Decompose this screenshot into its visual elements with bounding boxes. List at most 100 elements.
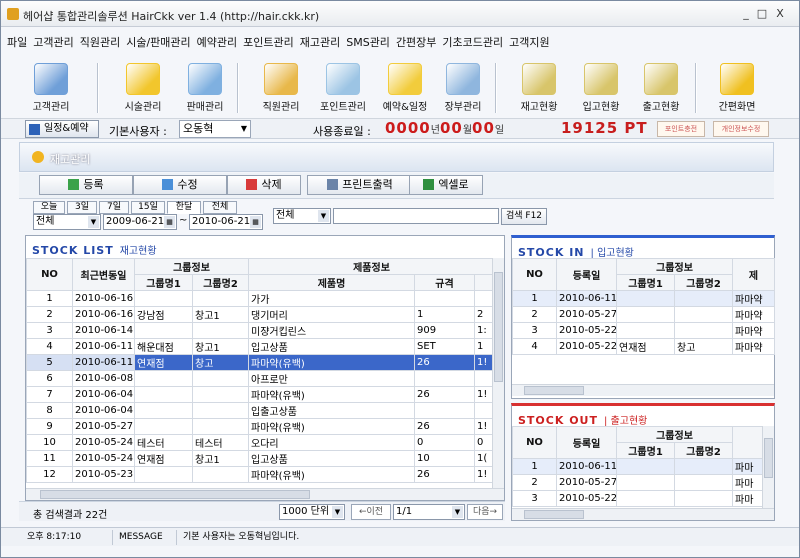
table-row[interactable]: 11 2010-05-24 연재점 창고1 입고상품 10 1( [26, 450, 495, 467]
table-row[interactable]: 2 2010-05-27 파마 [512, 474, 763, 491]
schedule-button[interactable]: 일정&예약 [25, 120, 99, 138]
page-select[interactable]: 1/1 ▼ [393, 504, 465, 520]
stock-list-title: STOCK LIST 재고현황 [32, 242, 157, 257]
table-row[interactable]: 2 2010-05-27 파마약 [512, 306, 775, 323]
maximize-button[interactable]: □ [755, 7, 769, 21]
toolbar-button-6[interactable]: 예약&일정 [375, 63, 435, 115]
table-row[interactable]: 1 2010-06-11 파마 [512, 458, 763, 475]
table-cell: 입고상품 [248, 450, 415, 467]
table-cell: 909 [414, 322, 475, 339]
close-button[interactable]: X [773, 7, 787, 21]
toolbar-button-4[interactable]: 직원관리 [251, 63, 311, 115]
toolbar-button-5[interactable]: 포인트관리 [313, 63, 373, 115]
search-input[interactable] [333, 208, 499, 224]
toolbar-button-9[interactable]: 입고현황 [571, 63, 631, 115]
table-row[interactable]: 2 2010-06-16 강남점 창고1 댕기머리 1 2 [26, 306, 495, 323]
table-cell: 아프로만 [248, 370, 415, 387]
search-field-select[interactable]: 전체 ▼ [273, 208, 331, 224]
stock-out-vscroll[interactable] [762, 426, 774, 508]
date-tab[interactable]: 15일 [131, 201, 165, 214]
menu-item[interactable]: 예약관리 [197, 34, 237, 50]
scroll-thumb[interactable] [40, 490, 310, 499]
database-remove-icon [644, 63, 678, 95]
page-size-select[interactable]: 1000 단위 ▼ [279, 504, 345, 520]
date-to-field[interactable]: 2010-06-21 ▦ [189, 214, 263, 230]
date-tab[interactable]: 3일 [67, 201, 97, 214]
toolbar-button-2[interactable]: 시술관리 [113, 63, 173, 115]
profile-edit-button[interactable]: 개인정보수정 [713, 121, 769, 137]
menu-item[interactable]: 고객관리 [33, 34, 73, 50]
col-header: 등록일 [556, 426, 617, 459]
scroll-thumb[interactable] [494, 272, 503, 382]
toolbar-button-1[interactable]: 고객관리 [21, 63, 81, 115]
menu-item[interactable]: 기초코드관리 [442, 34, 503, 50]
database-add-icon [584, 63, 618, 95]
table-row[interactable]: 7 2010-06-04 파마약(유백) 26 1! [26, 386, 495, 403]
date-tab[interactable]: 7일 [99, 201, 129, 214]
toolbar-button-10[interactable]: 출고현황 [631, 63, 691, 115]
table-cell: 창고1 [192, 450, 249, 467]
stock-out-hscroll[interactable] [512, 508, 774, 520]
search-button[interactable]: 검색 F12 [501, 208, 547, 225]
end-date-display: 0000년00월00일 [385, 119, 504, 137]
menu-item[interactable]: 포인트관리 [243, 34, 294, 50]
table-row[interactable]: 8 2010-06-04 입출고상품 [26, 402, 495, 419]
point-charge-button[interactable]: 포인트충전 [657, 121, 705, 137]
section-header: 재고관리 [19, 142, 774, 172]
action-button-1[interactable]: 등록 [39, 175, 133, 195]
prev-page-button[interactable]: ←이전 [351, 504, 391, 520]
action-button-label: 프린트출력 [342, 178, 393, 191]
table-row[interactable]: 3 2010-05-22 파마약 [512, 322, 775, 339]
table-cell: 파마약(유백) [248, 418, 415, 435]
table-cell: 파마약 [732, 338, 775, 355]
toolbar-button-3[interactable]: 판매관리 [175, 63, 235, 115]
scroll-thumb[interactable] [524, 386, 584, 395]
toolbar-button-8[interactable]: 재고현황 [509, 63, 569, 115]
stock-list-hscroll[interactable] [26, 488, 504, 500]
action-button-2[interactable]: 수정 [133, 175, 227, 195]
date-tab[interactable]: 오늘 [33, 201, 65, 214]
table-row[interactable]: 6 2010-06-08 아프로만 [26, 370, 495, 387]
menu-item[interactable]: 고객지원 [509, 34, 549, 50]
menu-item[interactable]: SMS관리 [346, 34, 390, 50]
toolbar-button-11[interactable]: 간편화면 [707, 63, 767, 115]
table-row[interactable]: 4 2010-05-22 연재점 창고 파마약 [512, 338, 775, 355]
table-cell: 26 [414, 354, 475, 371]
stock-out-panel: STOCK OUT | 출고현황 NO 등록일 그룹정보 그룹명1 그룹명2 1 2010-0… [511, 403, 775, 521]
table-cell [674, 474, 733, 491]
date-from-field[interactable]: 2009-06-21 ▦ [103, 214, 177, 230]
table-row[interactable]: 12 2010-05-23 파마약(유백) 26 1! [26, 466, 495, 483]
table-row[interactable]: 3 2010-05-22 파마 [512, 490, 763, 507]
scroll-thumb[interactable] [764, 438, 773, 478]
default-user-select[interactable]: 오동혁 ▼ [179, 120, 251, 138]
stock-list-vscroll[interactable] [492, 258, 504, 488]
table-row[interactable]: 10 2010-05-24 테스터 테스터 오다리 0 0 [26, 434, 495, 451]
date-tab[interactable]: 전체 [203, 201, 237, 214]
action-button-3[interactable]: 삭제 [227, 175, 301, 195]
scope-select[interactable]: 전체 ▼ [33, 214, 101, 230]
table-row[interactable]: 3 2010-06-14 미쟝거킵린스 909 1: [26, 322, 495, 339]
table-row[interactable]: 4 2010-06-11 해운대점 창고1 입고상품 SET 1 [26, 338, 495, 355]
toolbar-button-7[interactable]: 장부관리 [433, 63, 493, 115]
stock-in-hscroll[interactable] [512, 384, 774, 396]
table-cell [616, 474, 675, 491]
table-row[interactable]: 5 2010-06-11 연재점 창고 파마약(유백) 26 1! [26, 354, 495, 371]
title-bar[interactable]: 헤어샵 통합관리솔루션 HairCkk ver 1.4 (http://hair… [1, 1, 799, 27]
menu-item[interactable]: 직원관리 [80, 34, 120, 50]
date-tab[interactable]: 한달 [167, 201, 201, 214]
page-value: 1/1 [396, 506, 413, 517]
menu-item[interactable]: 간편장부 [396, 34, 436, 50]
table-row[interactable]: 1 2010-06-11 파마약 [512, 290, 775, 307]
next-page-button[interactable]: 다음→ [467, 504, 503, 520]
menu-item[interactable]: 파일 [7, 34, 27, 50]
action-button-5[interactable]: 엑셀로 [409, 175, 483, 195]
table-row[interactable]: 1 2010-06-16 가가 [26, 290, 495, 307]
menu-item[interactable]: 시술/판매관리 [126, 34, 190, 50]
menu-item[interactable]: 재고관리 [300, 34, 340, 50]
action-button-4[interactable]: 프린트출력 [307, 175, 413, 195]
table-cell [674, 322, 733, 339]
table-row[interactable]: 9 2010-05-27 파마약(유백) 26 1! [26, 418, 495, 435]
scroll-thumb[interactable] [524, 510, 584, 519]
toolbar-separator [695, 63, 697, 113]
minimize-button[interactable]: _ [739, 7, 753, 21]
